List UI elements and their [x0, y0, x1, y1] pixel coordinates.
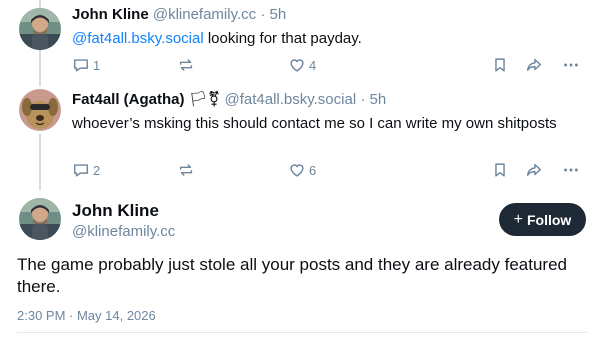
post-1-meta: John Kline @klinefamily.cc · 5h: [72, 5, 587, 25]
more-button[interactable]: [562, 160, 580, 180]
avatar-john-kline-main[interactable]: [19, 198, 61, 240]
like-icon: [290, 164, 304, 177]
post-time[interactable]: 5h: [270, 6, 287, 23]
follow-label: Follow: [527, 211, 572, 228]
like-icon: [290, 59, 304, 72]
reply-button[interactable]: 2: [72, 160, 100, 180]
thread-line-top: [39, 0, 41, 8]
plus-icon: +: [513, 210, 523, 228]
repost-icon: [179, 59, 193, 71]
like-button[interactable]: 4: [288, 55, 316, 75]
post-2-meta: Fat4all (Agatha) 🏳⚧ @fat4all.bsky.social…: [72, 90, 587, 110]
thread-line-middle: [39, 50, 41, 86]
repost-icon: [179, 164, 193, 176]
bookmark-button[interactable]: [491, 55, 509, 75]
repost-button[interactable]: [177, 55, 195, 75]
reply-post-2[interactable]: Fat4all (Agatha) 🏳⚧ @fat4all.bsky.social…: [72, 90, 587, 134]
author-name[interactable]: Fat4all (Agatha): [72, 91, 185, 108]
main-post-text: The game probably just stole all your po…: [17, 255, 567, 296]
share-icon: [526, 58, 542, 71]
like-count: 6: [309, 162, 317, 178]
reply-icon: [73, 59, 89, 72]
more-button[interactable]: [562, 55, 580, 75]
post-text: looking for that payday.: [203, 30, 362, 47]
post-1-actions: 1 4: [72, 55, 587, 75]
reply-count: 1: [93, 57, 101, 73]
divider: [17, 332, 587, 333]
avatar-john-kline[interactable]: [19, 8, 61, 50]
like-button[interactable]: 6: [288, 160, 316, 180]
main-author-name[interactable]: John Kline: [72, 200, 159, 222]
more-icon: [564, 168, 578, 172]
post-time[interactable]: 5h: [370, 91, 387, 108]
avatar-fat4all[interactable]: [19, 89, 61, 131]
share-button[interactable]: [525, 55, 543, 75]
author-name[interactable]: John Kline: [72, 6, 149, 23]
more-icon: [564, 63, 578, 67]
post-1-text: @fat4all.bsky.social looking for that pa…: [72, 29, 587, 49]
bookmark-icon: [495, 163, 505, 177]
author-handle[interactable]: @klinefamily.cc: [153, 6, 256, 23]
author-handle[interactable]: @fat4all.bsky.social: [224, 91, 356, 108]
repost-button[interactable]: [177, 160, 195, 180]
bookmark-icon: [495, 58, 505, 72]
separator: ·: [260, 6, 266, 23]
separator: ·: [360, 91, 366, 108]
post-2-actions: 2 6: [72, 160, 587, 180]
share-button[interactable]: [525, 160, 543, 180]
follow-button[interactable]: + Follow: [499, 203, 586, 236]
thread-line-bottom: [39, 134, 41, 190]
reply-button[interactable]: 1: [72, 55, 100, 75]
reply-icon: [73, 164, 89, 177]
share-icon: [526, 163, 542, 176]
bookmark-button[interactable]: [491, 160, 509, 180]
reply-post-1[interactable]: John Kline @klinefamily.cc · 5h @fat4all…: [72, 5, 587, 49]
post-2-text: whoever’s msking this should contact me …: [72, 115, 557, 132]
main-post-timestamp[interactable]: 2:30 PM · May 14, 2026: [17, 307, 156, 325]
reply-count: 2: [93, 162, 101, 178]
like-count: 4: [309, 57, 317, 73]
mention-link[interactable]: @fat4all.bsky.social: [72, 30, 204, 47]
main-author-handle[interactable]: @klinefamily.cc: [72, 222, 175, 242]
author-flags: 🏳⚧: [188, 91, 221, 108]
